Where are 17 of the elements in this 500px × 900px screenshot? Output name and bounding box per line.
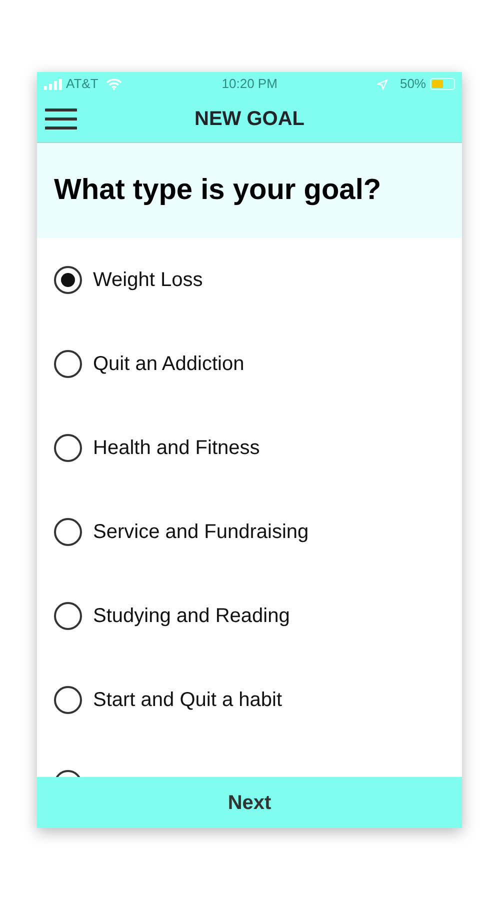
radio-option[interactable]: Start and Quit a habit bbox=[37, 658, 462, 742]
menu-icon[interactable] bbox=[45, 108, 77, 130]
wifi-icon bbox=[106, 78, 122, 90]
radio-option[interactable]: Quit an Addiction bbox=[37, 322, 462, 406]
status-time: 10:20 PM bbox=[222, 76, 278, 92]
signal-icon bbox=[44, 78, 62, 90]
battery-percent: 50% bbox=[400, 75, 426, 94]
question-heading: What type is your goal? bbox=[54, 173, 382, 208]
location-arrow-icon bbox=[376, 78, 388, 90]
next-button[interactable]: Next bbox=[37, 777, 462, 828]
carrier-name: AT&T bbox=[66, 75, 98, 94]
radio-option[interactable]: Service and Fundraising bbox=[37, 490, 462, 574]
page-title: NEW GOAL bbox=[194, 108, 304, 130]
radio-option[interactable]: Health and Fitness bbox=[37, 406, 462, 490]
radio-option[interactable]: Studying and Reading bbox=[37, 574, 462, 658]
battery-icon bbox=[430, 78, 455, 90]
radio-option[interactable]: Weight Loss bbox=[37, 238, 462, 322]
